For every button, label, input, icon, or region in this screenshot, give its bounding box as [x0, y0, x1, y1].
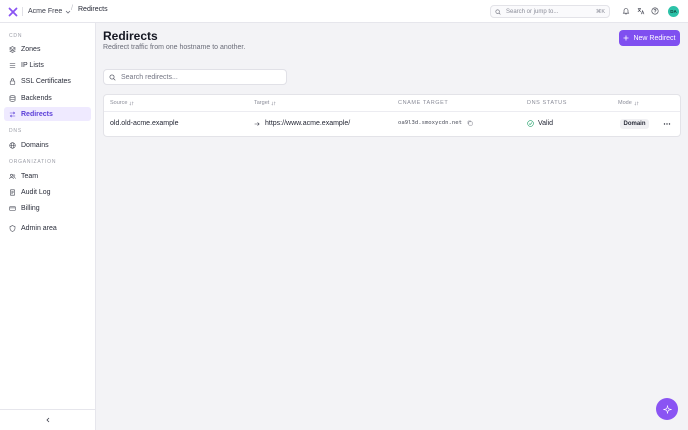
- help-icon[interactable]: [649, 5, 661, 17]
- sidebar-item-billing[interactable]: Billing: [4, 201, 91, 215]
- copy-icon[interactable]: [467, 120, 473, 126]
- source-cell: old.old-acme.example: [110, 120, 179, 127]
- search-icon: [109, 74, 116, 81]
- billing-icon: [9, 205, 16, 211]
- collapse-sidebar-button[interactable]: [0, 409, 96, 430]
- sidebar-item-zones[interactable]: Zones: [4, 42, 91, 56]
- sparkle-icon: [662, 404, 672, 414]
- breadcrumb-current: Redirects: [78, 6, 108, 13]
- shield-icon: [9, 224, 16, 232]
- page-subtitle: Redirect traffic from one hostname to an…: [103, 44, 246, 51]
- new-redirect-label: New Redirect: [633, 34, 676, 42]
- chevron-left-icon: [46, 417, 50, 423]
- translate-icon[interactable]: [635, 5, 647, 17]
- ip-list-icon: [9, 62, 16, 68]
- target-url: https://www.acme.example/: [265, 120, 351, 127]
- status-badge: Valid: [538, 120, 554, 127]
- more-horizontal-icon: [663, 123, 671, 125]
- sidebar-item-label: IP Lists: [21, 61, 44, 69]
- sidebar-item-label: SSL Certificates: [21, 77, 71, 85]
- divider: [104, 111, 680, 112]
- certificate-icon: [9, 77, 16, 85]
- cname-target-cell: oa9l3d.smoxycdn.net: [398, 120, 473, 126]
- zones-icon: [9, 45, 16, 53]
- section-label-dns: DNS: [9, 128, 22, 134]
- redirect-search-input[interactable]: Search redirects...: [103, 69, 287, 85]
- sidebar-item-label: Audit Log: [21, 188, 51, 196]
- target-cell: https://www.acme.example/: [254, 120, 350, 127]
- sidebar-item-ssl-certificates[interactable]: SSL Certificates: [4, 74, 91, 88]
- sidebar: CDN Zones IP Lists SSL Certificates Back…: [0, 23, 96, 430]
- redirects-table: Source Target CNAME TARGET DNS STATUS Mo…: [103, 94, 681, 137]
- bell-icon[interactable]: [620, 5, 632, 17]
- avatar[interactable]: DA: [668, 6, 679, 17]
- sidebar-item-label: Backends: [21, 94, 52, 102]
- backends-icon: [9, 94, 16, 102]
- row-actions-button[interactable]: [662, 119, 672, 129]
- check-circle-icon: [527, 120, 534, 127]
- column-header-target[interactable]: Target: [254, 99, 276, 107]
- global-search[interactable]: Search or jump to... ⌘K: [490, 5, 610, 18]
- search-shortcut: ⌘K: [595, 8, 605, 15]
- sort-icon: [271, 100, 276, 106]
- redirect-icon: [9, 111, 16, 117]
- column-header-dns-status: DNS STATUS: [527, 100, 568, 106]
- redirect-search-placeholder: Search redirects...: [121, 73, 178, 81]
- sidebar-item-label: Zones: [21, 45, 41, 53]
- sidebar-item-admin-area[interactable]: Admin area: [4, 221, 91, 235]
- new-redirect-button[interactable]: New Redirect: [619, 30, 680, 46]
- sidebar-item-ip-lists[interactable]: IP Lists: [4, 58, 91, 72]
- sidebar-item-label: Billing: [21, 204, 40, 212]
- search-icon: [495, 8, 501, 15]
- sidebar-item-label: Domains: [21, 141, 49, 149]
- sidebar-item-label: Redirects: [21, 110, 53, 118]
- section-label-organization: ORGANIZATION: [9, 159, 57, 165]
- mode-badge: Domain: [620, 119, 649, 129]
- arrow-right-icon: [254, 121, 260, 126]
- sort-icon: [129, 100, 135, 106]
- column-header-mode[interactable]: Mode: [618, 99, 639, 107]
- sidebar-item-audit-log[interactable]: Audit Log: [4, 185, 91, 199]
- breadcrumb-separator: /: [71, 5, 73, 12]
- column-header-source[interactable]: Source: [110, 99, 135, 107]
- cname-value: oa9l3d.smoxycdn.net: [398, 120, 462, 126]
- logo-icon[interactable]: [6, 5, 19, 18]
- top-bar: Acme Free / Redirects Search or jump to.…: [0, 0, 688, 23]
- search-placeholder: Search or jump to...: [506, 8, 559, 15]
- sidebar-item-label: Team: [21, 172, 39, 180]
- sidebar-item-domains[interactable]: Domains: [4, 138, 91, 152]
- sidebar-item-team[interactable]: Team: [4, 169, 91, 183]
- plus-icon: [623, 35, 629, 41]
- assistant-button[interactable]: [656, 398, 678, 420]
- divider: [22, 7, 23, 16]
- globe-icon: [9, 141, 16, 149]
- workspace-name: Acme Free: [28, 8, 63, 15]
- team-icon: [9, 173, 16, 179]
- section-label-cdn: CDN: [9, 33, 23, 39]
- sidebar-item-redirects[interactable]: Redirects: [4, 107, 91, 121]
- dns-status-cell: Valid: [527, 120, 553, 127]
- sort-icon: [634, 100, 639, 106]
- page-title: Redirects: [103, 29, 158, 43]
- audit-log-icon: [10, 189, 15, 195]
- column-header-cname-target: CNAME TARGET: [398, 100, 449, 106]
- sidebar-item-backends[interactable]: Backends: [4, 91, 91, 105]
- workspace-switcher[interactable]: Acme Free: [28, 6, 71, 17]
- sidebar-item-label: Admin area: [21, 224, 57, 232]
